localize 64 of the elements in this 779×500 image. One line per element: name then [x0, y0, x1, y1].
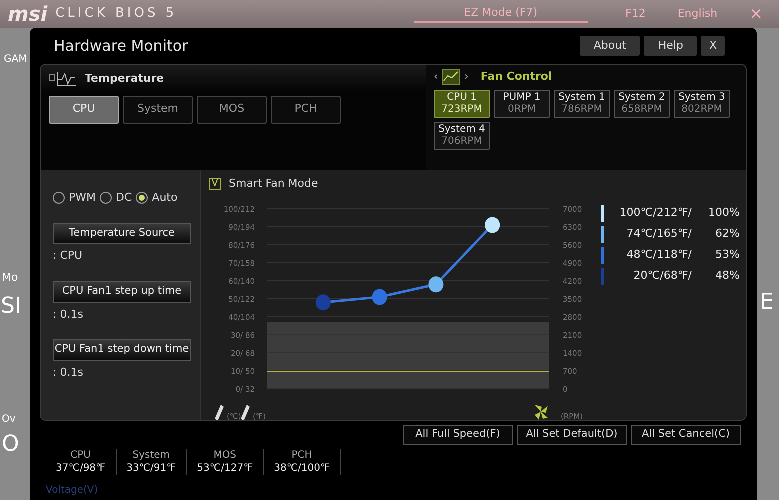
- background-text: SI: [1, 293, 22, 321]
- radio-button[interactable]: [100, 192, 112, 204]
- close-button[interactable]: X: [701, 36, 725, 56]
- reading-label: System: [132, 448, 172, 462]
- setting-button[interactable]: CPU Fan1 step down time: [53, 339, 191, 361]
- background-text: O: [2, 431, 20, 459]
- reading-value: 37℃/98℉: [56, 462, 106, 475]
- background-text: E: [760, 289, 774, 317]
- setting-button[interactable]: CPU Fan1 step up time: [53, 280, 191, 302]
- previous-arrow[interactable]: ‹: [434, 69, 438, 86]
- radio-label: Auto: [152, 190, 178, 206]
- legend-label: 48℃/118℉/: [626, 246, 692, 263]
- brand-logo: msi: [8, 1, 48, 28]
- checkbox[interactable]: V: [209, 178, 221, 190]
- fan-tab[interactable]: PUMP 1 0RPM: [494, 90, 550, 118]
- fan-tab[interactable]: System 3 802RPM: [674, 90, 730, 118]
- reading-label: MOS: [212, 448, 238, 462]
- setting-value: : 0.1s: [53, 306, 84, 322]
- next-arrow[interactable]: ›: [464, 69, 469, 86]
- setting-button[interactable]: Temperature Source: [53, 222, 191, 244]
- sensor-tab[interactable]: System: [123, 96, 193, 124]
- section-title: Temperature: [85, 71, 164, 87]
- reading-label: CPU: [70, 448, 92, 462]
- radio-label: PWM: [69, 190, 96, 206]
- fan-chart-icon: [442, 69, 460, 86]
- reading-label: PCH: [290, 448, 314, 462]
- sensor-tab[interactable]: MOS: [197, 96, 267, 124]
- fan-tab[interactable]: System 2 658RPM: [614, 90, 670, 118]
- sensor-tab[interactable]: CPU: [49, 96, 119, 124]
- window-title: Hardware Monitor: [54, 36, 188, 57]
- fan-tab[interactable]: CPU 1 723RPM: [434, 90, 490, 118]
- legend-label: 74℃/165℉/: [626, 226, 692, 242]
- action-button[interactable]: All Set Default(D): [517, 425, 627, 445]
- section-title: Fan Control: [480, 69, 552, 85]
- fan-icon: [535, 404, 548, 420]
- window-button[interactable]: About: [580, 36, 640, 56]
- window-button[interactable]: Help: [644, 36, 698, 56]
- reading-value: 53℃/127℉: [197, 462, 254, 475]
- fan-tab[interactable]: System 4 706RPM: [434, 122, 490, 150]
- background-text: GAM: [4, 53, 28, 67]
- legend-value: 100%: [708, 204, 740, 221]
- radio-button[interactable]: [53, 192, 65, 204]
- reading-value: 33℃/91℉: [126, 462, 176, 475]
- action-button[interactable]: All Set Cancel(C): [631, 425, 741, 445]
- sensor-tab[interactable]: PCH: [271, 96, 341, 124]
- setting-value: : 0.1s: [53, 364, 84, 381]
- setting-value: : CPU: [53, 248, 84, 264]
- thermometer-icon: [241, 404, 250, 420]
- reading-value: 38℃/100℉: [274, 462, 330, 475]
- legend-label: 20℃/68℉/: [632, 268, 692, 284]
- monitor-graph-icon: [49, 71, 77, 88]
- fan-tab[interactable]: System 1 786RPM: [554, 90, 610, 118]
- radio-label: DC: [116, 190, 132, 206]
- checkbox-label: Smart Fan Mode: [229, 176, 318, 192]
- legend-value: 48%: [714, 268, 740, 284]
- background-text: Mo: [2, 270, 18, 286]
- product-name: CLICK BIOS 5: [56, 5, 178, 24]
- thermometer-icon: [215, 404, 224, 420]
- legend-value: 62%: [714, 226, 740, 242]
- legend-value: 53%: [714, 246, 740, 263]
- background-text: Ov: [2, 413, 16, 427]
- legend-label: 100℃/212℉/: [618, 204, 692, 221]
- action-button[interactable]: All Full Speed(F): [403, 425, 513, 445]
- radio-button[interactable]: [136, 192, 148, 204]
